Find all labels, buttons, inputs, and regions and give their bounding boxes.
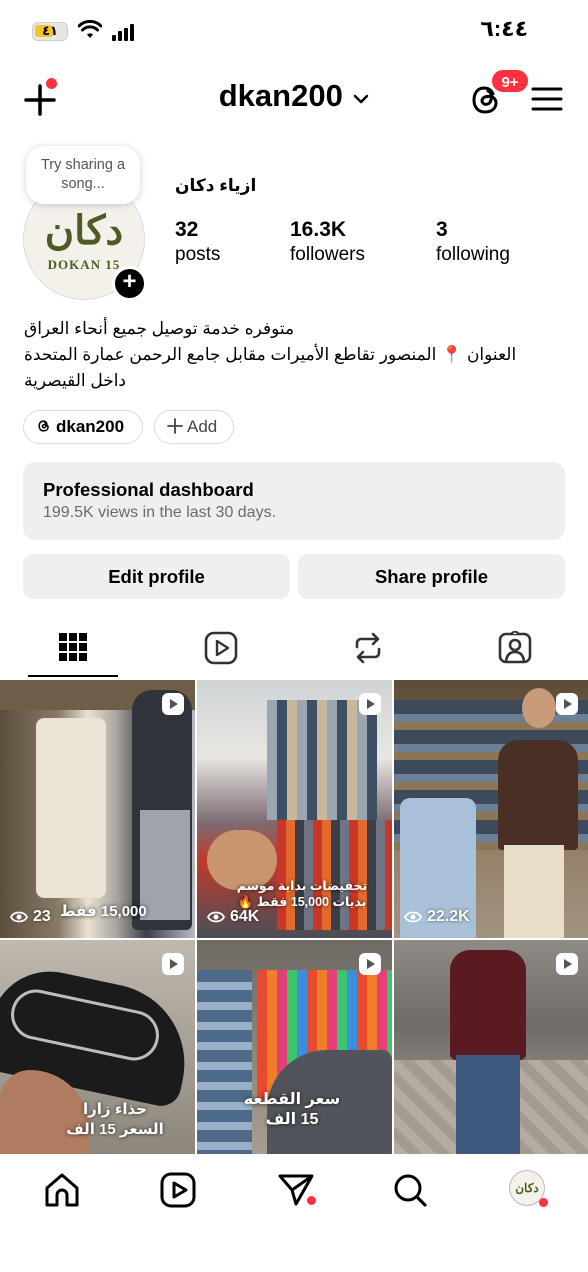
post-views-count: 64K	[230, 908, 260, 925]
share-profile-button[interactable]: Share profile	[298, 554, 565, 599]
account-username[interactable]: dkan200	[219, 78, 343, 113]
status-bar: ٤١ ٦:٤٤	[0, 0, 588, 64]
post-views: 22.2K	[403, 908, 470, 926]
signal-icon	[112, 24, 134, 41]
menu-icon[interactable]	[530, 84, 564, 114]
tab-reposts[interactable]	[294, 620, 441, 678]
edit-profile-button[interactable]: Edit profile	[23, 554, 290, 599]
messages-notification-dot	[307, 1196, 316, 1205]
wifi-icon	[78, 20, 102, 38]
display-name: ازياء دكان	[175, 176, 257, 195]
active-tab-indicator	[28, 675, 118, 677]
plus-icon	[167, 418, 183, 434]
reel-icon	[556, 693, 578, 715]
search-icon[interactable]	[390, 1170, 430, 1210]
professional-dashboard[interactable]: Professional dashboard 199.5K views in t…	[23, 462, 565, 540]
post-tile[interactable]: 15,000 فقط 23	[0, 680, 195, 938]
posts-grid: 15,000 فقط 23 تخفيضات بداية موسم بديات 1…	[0, 680, 588, 1154]
post-tile[interactable]: سعر القطعه 15 الف	[197, 940, 392, 1154]
grid-icon	[59, 633, 87, 661]
stat-following[interactable]: 3 following	[436, 218, 510, 266]
post-caption-overlay: حذاء زارا السعر 15 الف	[66, 1101, 164, 1138]
post-views-count: 23	[33, 908, 51, 925]
followers-label: followers	[290, 244, 365, 265]
post-views: 23	[9, 908, 51, 926]
posts-label: posts	[175, 244, 221, 265]
tab-reels[interactable]	[147, 620, 294, 678]
dashboard-subtitle: 199.5K views in the last 30 days.	[43, 504, 277, 521]
threads-chip-label: dkan200	[56, 417, 125, 436]
reels-icon[interactable]	[158, 1170, 198, 1210]
post-caption-overlay: سعر القطعه 15 الف	[243, 1091, 341, 1128]
post-caption-overlay: تخفيضات بداية موسم بديات 15,000 فقط 🔥	[236, 879, 368, 909]
post-views-count: 22.2K	[427, 908, 470, 925]
reel-icon	[556, 953, 578, 975]
battery-icon: ٤١	[32, 22, 68, 41]
posts-count: 32	[175, 218, 199, 241]
profile-notification-dot	[539, 1198, 548, 1207]
tab-tagged[interactable]	[441, 620, 588, 678]
tab-grid[interactable]	[0, 620, 147, 678]
post-views: 64K	[206, 908, 260, 926]
bio: متوفره خدمة توصيل جميع أنحاء العراق العن…	[24, 316, 569, 394]
eye-icon	[206, 911, 226, 923]
chevron-down-icon[interactable]	[353, 94, 369, 104]
reel-icon	[162, 693, 184, 715]
add-story-button[interactable]: +	[112, 266, 147, 301]
repost-icon	[355, 632, 381, 664]
eye-icon	[9, 911, 29, 923]
post-tile[interactable]: تخفيضات بداية موسم بديات 15,000 فقط 🔥 64…	[197, 680, 392, 938]
reels-icon	[204, 631, 238, 665]
top-nav: dkan200 9+	[0, 64, 588, 134]
post-tile[interactable]	[394, 940, 588, 1154]
tagged-icon	[498, 631, 532, 664]
battery-level: ٤١	[42, 23, 58, 38]
reel-icon	[359, 953, 381, 975]
add-link-chip[interactable]: Add	[154, 410, 234, 444]
followers-count: 16.3K	[290, 218, 347, 241]
following-count: 3	[436, 218, 448, 241]
home-icon[interactable]	[42, 1170, 82, 1210]
post-tile[interactable]: 22.2K	[394, 680, 588, 938]
profile-tabs	[0, 620, 588, 678]
threads-icon	[38, 420, 49, 432]
notification-badge[interactable]: 9+	[490, 68, 530, 94]
bio-line: داخل القيصرية	[24, 371, 126, 390]
bio-line: العنوان 📍 المنصور تقاطع الأميرات مقابل ج…	[24, 345, 517, 364]
dashboard-title: Professional dashboard	[43, 479, 254, 500]
bottom-nav: دكان	[0, 1154, 588, 1272]
add-chip-label: Add	[187, 417, 218, 436]
post-tile[interactable]: حذاء زارا السعر 15 الف	[0, 940, 195, 1154]
clock: ٦:٤٤	[480, 16, 528, 41]
stat-followers[interactable]: 16.3K followers	[290, 218, 365, 266]
note-bubble[interactable]: Try sharing a song...	[26, 146, 140, 204]
avatar-logo: دكان	[44, 207, 124, 254]
post-caption-overlay: 15,000 فقط	[60, 903, 147, 920]
following-label: following	[436, 244, 510, 265]
threads-chip[interactable]: dkan200	[23, 410, 143, 444]
stat-posts[interactable]: 32 posts	[175, 218, 220, 266]
bio-line: متوفره خدمة توصيل جميع أنحاء العراق	[24, 319, 295, 338]
reel-icon	[359, 693, 381, 715]
reel-icon	[162, 953, 184, 975]
eye-icon	[403, 911, 423, 923]
